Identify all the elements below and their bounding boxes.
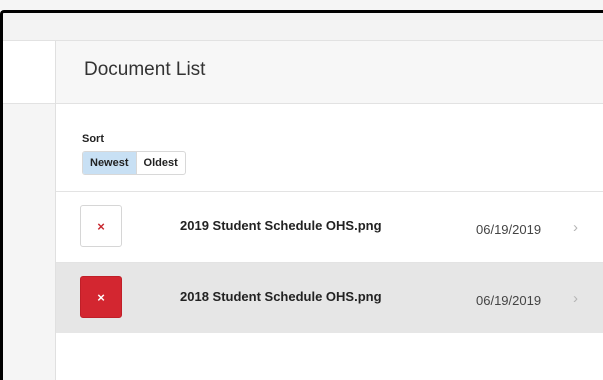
left-rail-top: [3, 41, 56, 104]
document-name: 2019 Student Schedule OHS.png: [180, 218, 382, 233]
delete-document-button[interactable]: ×: [80, 276, 122, 318]
sort-label: Sort: [82, 133, 104, 145]
chevron-right-icon: ›: [573, 219, 578, 236]
sort-newest-button[interactable]: Newest: [83, 152, 136, 174]
page-title: Document List: [84, 59, 206, 80]
document-date: 06/19/2019: [476, 293, 542, 308]
close-icon: ×: [97, 218, 105, 234]
left-rail: [3, 41, 56, 380]
chevron-right-icon: ›: [573, 290, 578, 307]
sort-oldest-button[interactable]: Oldest: [135, 152, 185, 174]
document-list-panel: Document List Sort Newest Oldest × 2019 …: [56, 41, 603, 380]
document-row[interactable]: × 2018 Student Schedule OHS.png 06/19/20…: [56, 262, 603, 333]
outer-background: [0, 0, 603, 10]
app-header: [3, 13, 603, 41]
delete-document-button[interactable]: ×: [80, 205, 122, 247]
close-icon: ×: [97, 289, 105, 305]
document-date: 06/19/2019: [476, 222, 542, 237]
sort-toggle: Newest Oldest: [82, 151, 186, 175]
document-name: 2018 Student Schedule OHS.png: [180, 289, 382, 304]
document-row[interactable]: × 2019 Student Schedule OHS.png 06/19/20…: [56, 191, 603, 262]
app-window: Document List Sort Newest Oldest × 2019 …: [0, 10, 603, 380]
panel-header: Document List: [56, 41, 603, 104]
